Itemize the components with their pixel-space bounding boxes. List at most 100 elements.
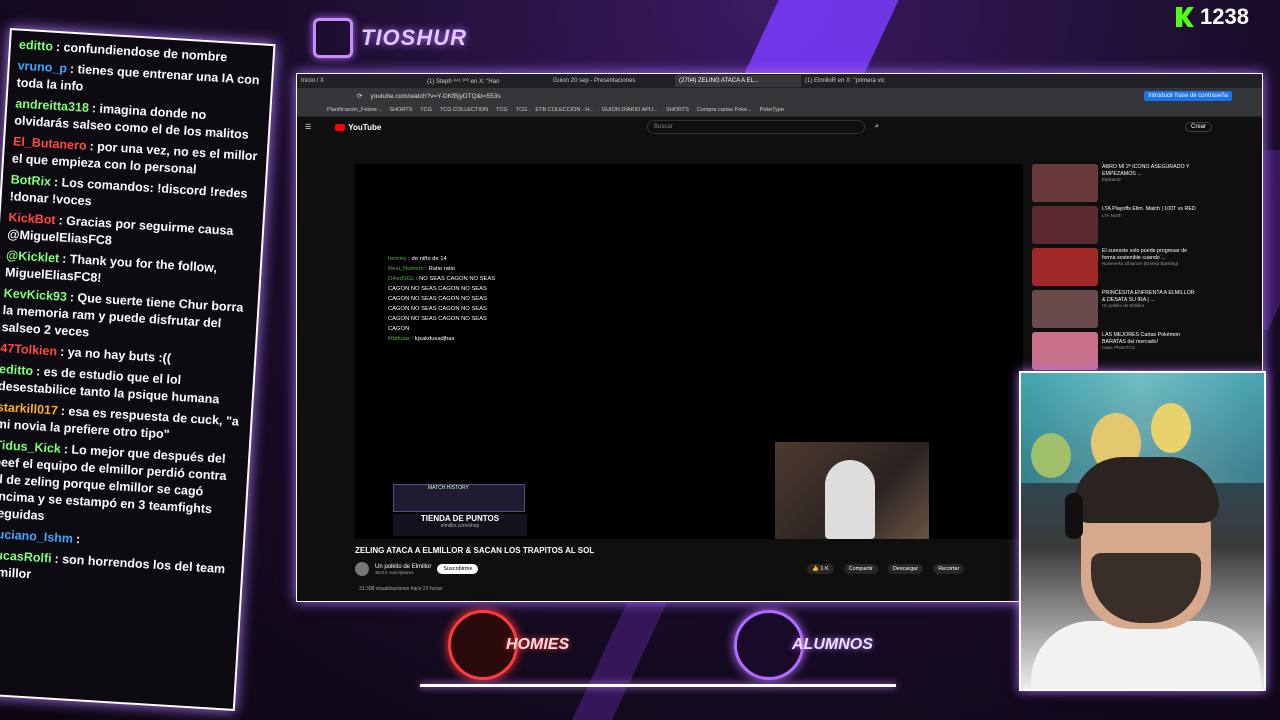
chat-username[interactable]: Tidus_Kick [0,438,61,456]
chat-username[interactable]: Luciano_Ishm [0,527,73,546]
video-thumbnail[interactable] [1032,248,1098,286]
related-video[interactable]: El suresste solo puede progresar de form… [1032,248,1197,286]
subscribe-button[interactable]: Suscribirme [437,564,479,574]
url-text[interactable]: youtube.com/watch?v=Y-DKfBjyDTQ&t=553s [370,93,970,100]
bookmark-item[interactable]: SHORTS [389,107,412,113]
video-title: ZELING ATACA A ELMILLOR & SACAN LOS TRAP… [355,546,595,555]
chat-username[interactable]: BotRix [10,172,51,188]
match-history-label: MATCH HISTORY [428,485,469,491]
related-video-info: ABRO MI 2º ICONO ASEGURADO Y EMPEZAMOS .… [1102,164,1197,202]
chat-panel: editto: confundiendose de nombre vruno_p:… [0,28,276,711]
match-history-overlay: MATCH HISTORY [393,484,525,512]
share-button[interactable]: Compartir [843,564,878,574]
youtube-header: ☰ YouTube Buscar ⌕ Crear [297,117,1262,137]
related-videos: ABRO MI 2º ICONO ASEGURADO Y EMPEZAMOS .… [1032,164,1197,374]
reload-icon[interactable]: ⟳ [357,92,362,100]
bookmark-item[interactable]: SHORTS [666,107,689,113]
browser-tab[interactable]: (2704) ZELING ATACA A EL... [675,75,801,87]
video-thumbnail[interactable] [1032,164,1098,202]
chat-username[interactable]: starkill017 [0,400,58,418]
clip-button[interactable]: Recortar [933,564,965,574]
viewer-counter: 1238 [1176,4,1249,30]
related-video[interactable]: ABRO MI 2º ICONO ASEGURADO Y EMPEZAMOS .… [1032,164,1197,202]
plush-toy [1151,403,1191,453]
channel-name-text[interactable]: Un polkito de Elmillor [375,564,431,570]
chat-text: Lo mejor que después del beef el equipo … [0,442,227,524]
chat-messages: editto: confundiendose de nombre vruno_p:… [0,30,273,606]
bookmark-item[interactable]: Planificación_Febrer... [327,107,381,113]
address-bar[interactable]: ⟳ youtube.com/watch?v=Y-DKfBjyDTQ&t=553s… [297,88,1262,104]
bookmarks-bar: Planificación_Febrer... SHORTS TCG TCG COLL… [297,104,1262,117]
overlay-chat-user: D4vidSGL [388,276,415,282]
related-video[interactable]: LTA Playoffs Elim. Match | 100T vs RED LT… [1032,206,1197,244]
browser-tab-label: (2704) ZELING ATACA A EL... [679,78,759,84]
chat-username[interactable]: editto [19,38,54,54]
related-video[interactable]: LAS MEJORES Cartas Pokémon BARATAS del m… [1032,332,1197,370]
create-button[interactable]: Crear [1184,122,1212,132]
chat-username[interactable]: LucasRolfi [0,548,52,566]
bookmark-item[interactable]: Compra cartas Poke... [697,107,752,113]
chat-username[interactable]: vruno_p [17,59,67,76]
browser-tab[interactable]: Inicio / X [297,75,423,87]
kick-icon [1176,7,1194,27]
like-button[interactable]: 👍 1 K [807,564,834,574]
related-video-info: LTA Playoffs Elim. Match | 100T vs RED LT… [1102,206,1196,244]
bookmark-item[interactable]: ETB COLECCION - H... [535,107,593,113]
shop-label: TIENDA DE PUNTOS [420,514,500,523]
video-overlay-chat: hernivy : de niño de 14 Real_Numero : Rat… [388,254,508,344]
plush-toy [1031,433,1071,478]
related-video-info: LAS MEJORES Cartas Pokémon BARATAS del m… [1102,332,1197,370]
related-video-info: El suresste solo puede progresar de form… [1102,248,1197,286]
shop-url: elmillor.com/shop [440,523,480,529]
chat-username[interactable]: KevKick93 [3,286,67,304]
overlay-chat-text: kjsakdusadjhas [414,336,455,342]
youtube-logo[interactable]: YouTube [335,123,381,132]
bookmark-item[interactable]: PokeType [760,107,784,113]
chat-username[interactable]: editto [0,362,34,378]
bookmark-item[interactable]: TCG [516,107,528,113]
avatar[interactable] [355,562,369,576]
related-video-title[interactable]: ABRO MI 2º ICONO ASEGURADO Y EMPEZAMOS .… [1102,164,1197,177]
related-video-title[interactable]: LTA Playoffs Elim. Match | 100T vs RED [1102,206,1196,213]
team-homies-name: HOMIES [506,636,570,653]
search-icon[interactable]: ⌕ [875,123,879,131]
related-video-info: PRINCESITA ENFRENTA A ELMILLOR & DESATA … [1102,290,1197,328]
related-video[interactable]: PRINCESITA ENFRENTA A ELMILLOR & DESATA … [1032,290,1197,328]
related-video-channel: Un polkito de Elmillor [1102,303,1145,308]
chat-username[interactable]: El_Butanero [13,134,87,152]
related-video-title[interactable]: El suresste solo puede progresar de form… [1102,248,1197,261]
channel-row: Un polkito de Elmillor 30,9 K suscriptore… [355,562,479,576]
video-thumbnail[interactable] [1032,290,1098,328]
youtube-logo-text: YouTube [348,122,382,132]
overlay-chat-text: de niño de 14 [411,256,447,262]
browser-tab[interactable]: Guion 20 sep - Presentaciones [549,75,675,87]
password-button[interactable]: Introducir frase de contraseña [1144,91,1232,101]
download-button[interactable]: Descargar [887,564,924,574]
video-thumbnail[interactable] [1032,332,1098,370]
chat-username[interactable]: @Kicklet [6,248,60,265]
team-alumnos-name: ALUMNOS [792,636,873,653]
chat-username[interactable]: KickBot [8,210,56,227]
bookmark-item[interactable]: TCG COLLECTION [440,107,488,113]
browser-tab[interactable]: (1) ElmilloR en X: "primera vic [801,75,927,87]
related-video-title[interactable]: PRINCESITA ENFRENTA A ELMILLOR & DESATA … [1102,290,1197,303]
search-input[interactable]: Buscar [647,120,865,134]
bookmark-item[interactable]: TCG [496,107,508,113]
streamer-hair [1073,457,1219,523]
browser-tab-label: Inicio / X [301,78,325,84]
streamer-shirt [1031,621,1261,689]
related-video-title[interactable]: LAS MEJORES Cartas Pokémon BARATAS del m… [1102,332,1197,345]
create-label: Crear [1190,124,1206,130]
chat-username[interactable]: 47Tolkien [0,341,57,358]
shop-overlay: TIENDA DE PUNTOS elmillor.com/shop [393,514,527,536]
bookmark-item[interactable]: TCG [420,107,432,113]
like-count: 1 K [820,566,829,572]
menu-icon[interactable]: ☰ [305,123,311,131]
chat-username[interactable]: andreitta318 [15,96,89,114]
bookmark-item[interactable]: GUION DIARIO APLI... [602,107,658,113]
video-player[interactable]: hernivy : de niño de 14 Real_Numero : Rat… [355,164,1023,539]
video-thumbnail[interactable] [1032,206,1098,244]
browser-tab[interactable]: (1) Steph ⁸⁴¹ ¹⁰⁰ en X: "Han [423,75,549,87]
tab-bar: Inicio / X (1) Steph ⁸⁴¹ ¹⁰⁰ en X: "Han Gu… [297,74,1262,88]
chat-text: ya no hay buts :(( [67,345,172,366]
